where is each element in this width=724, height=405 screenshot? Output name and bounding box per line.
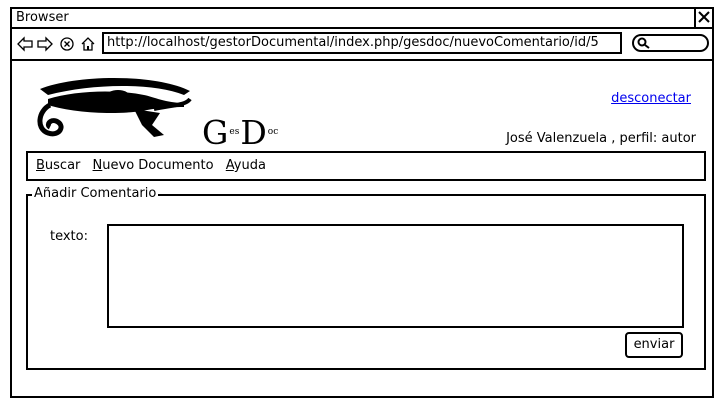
menu-item-buscar-label: uscar [44,158,81,173]
logo-letters-oc: oc [267,127,279,137]
logout-link[interactable]: desconectar [611,91,691,106]
close-icon [698,11,710,23]
menu-bar: Buscar Nuevo Documento Ayuda [26,151,706,181]
url-text: http://localhost/gestorDocumental/index.… [107,35,599,50]
gesdoc-logo: GesDoc [34,69,290,152]
menu-item-buscar-mnemonic: B [36,158,45,173]
logo-letter-d: D [240,113,267,152]
logo-wordmark: GesDoc [202,113,279,152]
address-bar[interactable]: http://localhost/gestorDocumental/index.… [102,32,622,54]
browser-search-field[interactable] [632,34,709,52]
eye-of-horus-logo-icon [37,78,192,137]
stop-icon[interactable] [58,35,76,53]
fieldset-legend: Añadir Comentario [32,186,159,202]
menu-item-nuevo-documento[interactable]: Nuevo Documento [93,158,214,173]
submit-button[interactable]: enviar [625,332,683,358]
logo-letter-g: G [202,113,229,152]
text-label: texto: [50,229,88,244]
close-button[interactable] [694,9,712,27]
menu-item-nuevo-documento-label: uevo Documento [102,158,214,173]
menu-item-ayuda-mnemonic: A [225,158,234,173]
add-comment-fieldset: Añadir Comentario texto: enviar [26,186,706,370]
page-content: GesDoc desconectar José Valenzuela , per… [12,61,712,396]
menu-item-nuevo-documento-mnemonic: N [92,158,103,173]
browser-window: Browser http://localhost/gestorDocumenta… [10,7,714,398]
title-bar: Browser [12,9,712,29]
menu-item-ayuda-label: yuda [233,158,266,173]
window-title: Browser [16,10,69,25]
forward-arrow-icon[interactable] [36,35,54,53]
browser-toolbar: http://localhost/gestorDocumental/index.… [12,29,712,61]
logo-letters-es: es [229,127,240,137]
back-arrow-icon[interactable] [16,35,34,53]
home-icon[interactable] [79,35,97,53]
menu-item-ayuda[interactable]: Ayuda [226,158,266,173]
menu-item-buscar[interactable]: Buscar [36,158,80,173]
search-icon [637,37,650,49]
comment-textarea[interactable] [107,224,684,328]
user-info: José Valenzuela , perfil: autor [506,131,696,146]
